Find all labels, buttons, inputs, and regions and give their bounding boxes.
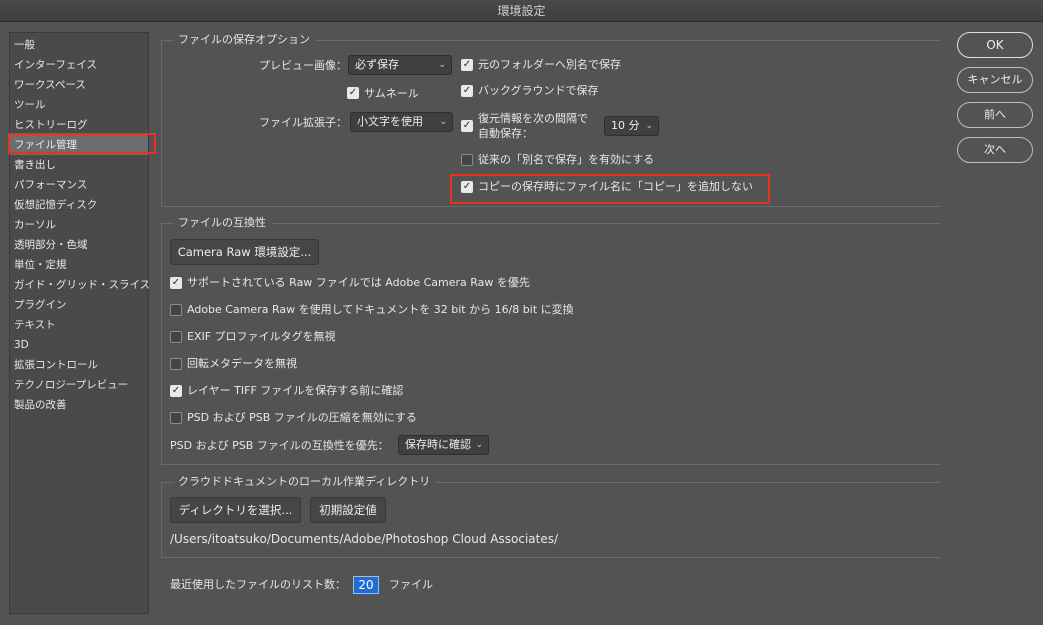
sidebar-item-enhanced-controls[interactable]: 拡張コントロール bbox=[10, 355, 148, 375]
sidebar-item-tools[interactable]: ツール bbox=[10, 95, 148, 115]
psd-compat-select[interactable]: 保存時に確認 ⌄ bbox=[398, 435, 489, 455]
section-title-compatibility: ファイルの互換性 bbox=[174, 216, 272, 230]
background-save-label: バックグラウンドで保存 bbox=[478, 84, 599, 97]
auto-recovery-interval-value: 10 分 bbox=[611, 119, 640, 132]
extension-label: ファイル拡張子： bbox=[259, 116, 347, 129]
ignore-exif-checkbox[interactable] bbox=[170, 331, 182, 343]
chevron-down-icon: ⌄ bbox=[439, 117, 447, 127]
section-title-cloud: クラウドドキュメントのローカル作業ディレクトリ bbox=[174, 475, 437, 489]
chevron-down-icon: ⌄ bbox=[645, 121, 653, 131]
sidebar-item-plugins[interactable]: プラグイン bbox=[10, 295, 148, 315]
layered-tiff-ask-label: レイヤー TIFF ファイルを保存する前に確認 bbox=[187, 384, 404, 397]
sidebar-item-scratch-disks[interactable]: 仮想記憶ディスク bbox=[10, 195, 148, 215]
chevron-down-icon: ⌄ bbox=[475, 440, 483, 450]
no-copy-suffix-label: コピーの保存時にファイル名に「コピー」を追加しない bbox=[478, 180, 753, 193]
no-copy-suffix-checkbox[interactable]: ✓ bbox=[461, 181, 473, 193]
save-as-original-folder-label: 元のフォルダーへ別名で保存 bbox=[478, 58, 621, 71]
sidebar-item-product-improvement[interactable]: 製品の改善 bbox=[10, 395, 148, 415]
auto-recovery-interval-select[interactable]: 10 分 ⌄ bbox=[604, 116, 659, 136]
section-divider bbox=[161, 223, 940, 224]
sidebar-item-type[interactable]: テキスト bbox=[10, 315, 148, 335]
psd-compat-value: 保存時に確認 bbox=[405, 438, 471, 451]
default-directory-button[interactable]: 初期設定値 bbox=[310, 497, 386, 523]
section-border bbox=[161, 40, 162, 206]
section-border bbox=[161, 223, 162, 464]
legacy-save-as-label: 従来の「別名で保存」を有効にする bbox=[478, 153, 655, 166]
psd-compat-label: PSD および PSB ファイルの互換性を優先： bbox=[170, 439, 389, 452]
camera-raw-preferences-button[interactable]: Camera Raw 環境設定... bbox=[170, 239, 319, 265]
auto-recovery-label-line2: 自動保存： bbox=[478, 127, 533, 140]
auto-recovery-label-line1: 復元情報を次の間隔で bbox=[478, 112, 588, 125]
sidebar-item-3d[interactable]: 3D bbox=[10, 335, 148, 355]
save-as-original-folder-checkbox[interactable]: ✓ bbox=[461, 59, 473, 71]
preferences-sidebar: 一般 インターフェイス ワークスペース ツール ヒストリーログ ファイル管理 書… bbox=[9, 32, 150, 614]
previous-button[interactable]: 前へ bbox=[957, 102, 1033, 128]
sidebar-item-workspace[interactable]: ワークスペース bbox=[10, 75, 148, 95]
recent-files-count-input[interactable]: 20 bbox=[353, 576, 379, 594]
section-divider bbox=[161, 206, 940, 207]
cancel-button[interactable]: キャンセル bbox=[957, 67, 1033, 93]
sidebar-item-transparency-gamut[interactable]: 透明部分・色域 bbox=[10, 235, 148, 255]
chevron-down-icon: ⌄ bbox=[438, 60, 446, 70]
window-title: 環境設定 bbox=[0, 0, 1043, 22]
cloud-directory-path: /Users/itoatsuko/Documents/Adobe/Photosh… bbox=[170, 532, 559, 546]
ignore-exif-label: EXIF プロファイルタグを無視 bbox=[187, 330, 336, 343]
disable-compression-checkbox[interactable] bbox=[170, 412, 182, 424]
section-divider bbox=[161, 464, 940, 465]
section-title-save-options: ファイルの保存オプション bbox=[174, 33, 316, 47]
auto-recovery-checkbox[interactable]: ✓ bbox=[461, 120, 473, 132]
sidebar-item-units-rulers[interactable]: 単位・定規 bbox=[10, 255, 148, 275]
ok-button[interactable]: OK bbox=[957, 32, 1033, 58]
preview-select-value: 必ず保存 bbox=[355, 58, 399, 71]
prefer-camera-raw-checkbox[interactable]: ✓ bbox=[170, 277, 182, 289]
recent-files-unit: ファイル bbox=[389, 578, 433, 591]
extension-select-value: 小文字を使用 bbox=[357, 115, 423, 128]
extension-select[interactable]: 小文字を使用 ⌄ bbox=[350, 112, 453, 132]
choose-directory-button[interactable]: ディレクトリを選択... bbox=[170, 497, 301, 523]
preview-label: プレビュー画像： bbox=[259, 59, 347, 72]
disable-compression-label: PSD および PSB ファイルの圧縮を無効にする bbox=[187, 411, 417, 424]
recent-files-label: 最近使用したファイルのリスト数： bbox=[170, 578, 346, 591]
sidebar-item-cursors[interactable]: カーソル bbox=[10, 215, 148, 235]
preview-select[interactable]: 必ず保存 ⌄ bbox=[348, 55, 452, 75]
ignore-rotation-checkbox[interactable] bbox=[170, 358, 182, 370]
layered-tiff-ask-checkbox[interactable]: ✓ bbox=[170, 385, 182, 397]
prefer-camera-raw-label: サポートされている Raw ファイルでは Adobe Camera Raw を優… bbox=[187, 276, 530, 289]
thumbnail-checkbox[interactable]: ✓ bbox=[347, 87, 359, 99]
sidebar-item-guides-grid-slices[interactable]: ガイド・グリッド・スライス bbox=[10, 275, 150, 295]
section-divider bbox=[161, 557, 940, 558]
next-button[interactable]: 次へ bbox=[957, 137, 1033, 163]
sidebar-item-interface[interactable]: インターフェイス bbox=[10, 55, 148, 75]
thumbnail-label: サムネール bbox=[364, 87, 419, 100]
sidebar-item-export[interactable]: 書き出し bbox=[10, 155, 148, 175]
sidebar-item-technology-previews[interactable]: テクノロジープレビュー bbox=[10, 375, 148, 395]
sidebar-item-history-log[interactable]: ヒストリーログ bbox=[10, 115, 148, 135]
background-save-checkbox[interactable]: ✓ bbox=[461, 85, 473, 97]
camera-raw-convert-label: Adobe Camera Raw を使用してドキュメントを 32 bit から … bbox=[187, 303, 574, 316]
ignore-rotation-label: 回転メタデータを無視 bbox=[187, 357, 297, 370]
sidebar-item-general[interactable]: 一般 bbox=[10, 35, 148, 55]
section-border bbox=[161, 482, 162, 557]
camera-raw-convert-checkbox[interactable] bbox=[170, 304, 182, 316]
sidebar-item-file-handling[interactable]: ファイル管理 bbox=[10, 135, 148, 155]
sidebar-item-performance[interactable]: パフォーマンス bbox=[10, 175, 148, 195]
legacy-save-as-checkbox[interactable] bbox=[461, 154, 473, 166]
